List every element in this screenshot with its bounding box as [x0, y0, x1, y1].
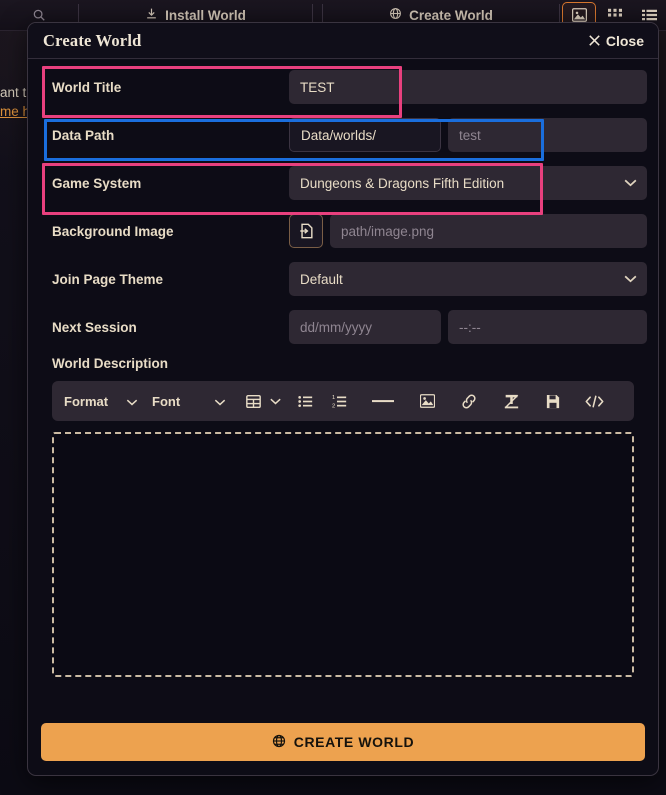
search-icon[interactable]: [0, 8, 78, 22]
dialog-header: Create World Close: [28, 23, 658, 59]
form-row-background-image: Background Image: [39, 211, 647, 251]
editor-toolbar: Format Font: [52, 381, 634, 421]
form-row-join-page-theme: Join Page Theme: [39, 259, 647, 299]
background-image-label: Background Image: [39, 224, 289, 239]
join-page-theme-value[interactable]: [289, 262, 647, 296]
globe-icon: [272, 734, 286, 751]
chevron-down-icon: [126, 394, 138, 409]
format-label: Format: [64, 394, 126, 409]
link-icon[interactable]: [456, 387, 482, 415]
table-chevron-down-icon[interactable]: [266, 387, 284, 415]
install-world-label: Install World: [165, 8, 246, 23]
data-path-label: Data Path: [39, 128, 289, 143]
data-path-input[interactable]: [448, 118, 647, 152]
data-path-prefix-input[interactable]: [289, 118, 441, 152]
background-image-field-group: [289, 214, 647, 248]
numbered-list-icon[interactable]: 1 2: [326, 387, 352, 415]
join-page-theme-select[interactable]: [289, 262, 647, 296]
world-description-label: World Description: [39, 356, 647, 371]
horizontal-rule-icon[interactable]: [368, 387, 398, 415]
next-session-field-group: [289, 310, 647, 344]
game-system-value[interactable]: [289, 166, 647, 200]
image-icon[interactable]: [414, 387, 440, 415]
world-description-editor[interactable]: [52, 432, 634, 677]
svg-text:1: 1: [332, 395, 335, 401]
close-label: Close: [606, 33, 644, 49]
next-session-date-input[interactable]: [289, 310, 441, 344]
close-button[interactable]: Close: [589, 33, 644, 49]
font-dropdown[interactable]: Font: [152, 387, 226, 415]
join-page-theme-label: Join Page Theme: [39, 272, 289, 287]
close-x-icon: [589, 33, 600, 49]
table-icon[interactable]: [240, 387, 266, 415]
game-system-field-group: [289, 166, 647, 200]
dialog-footer: CREATE WORLD: [28, 711, 658, 775]
next-session-label: Next Session: [39, 320, 289, 335]
world-title-label: World Title: [39, 80, 289, 95]
svg-text:2: 2: [332, 403, 335, 409]
bullet-list-icon[interactable]: [292, 387, 318, 415]
source-code-icon[interactable]: [582, 387, 606, 415]
download-icon: [145, 7, 158, 23]
next-session-time-input[interactable]: [448, 310, 647, 344]
dialog-title: Create World: [43, 31, 141, 51]
join-page-theme-field-group: [289, 262, 647, 296]
create-world-submit-label: CREATE WORLD: [294, 734, 415, 750]
world-title-field-group: [289, 70, 647, 104]
world-title-input[interactable]: [289, 70, 647, 104]
data-path-field-group: [289, 118, 647, 152]
form-row-game-system: Game System: [39, 163, 647, 203]
create-world-dialog: Create World Close World Title Data Path: [27, 22, 659, 776]
save-icon[interactable]: [540, 387, 566, 415]
form-row-data-path: Data Path: [39, 115, 647, 155]
game-system-select[interactable]: [289, 166, 647, 200]
format-dropdown[interactable]: Format: [64, 387, 138, 415]
globe-icon: [389, 7, 402, 23]
form-row-world-title: World Title: [39, 67, 647, 107]
create-world-label: Create World: [409, 8, 493, 23]
dialog-body: World Title Data Path Game System: [28, 59, 658, 711]
game-system-label: Game System: [39, 176, 289, 191]
chevron-down-icon: [214, 394, 226, 409]
create-world-submit-button[interactable]: CREATE WORLD: [41, 723, 645, 761]
file-picker-icon[interactable]: [289, 214, 323, 248]
font-label: Font: [152, 394, 214, 409]
background-image-input[interactable]: [330, 214, 647, 248]
clear-formatting-icon[interactable]: [498, 387, 524, 415]
form-row-next-session: Next Session: [39, 307, 647, 347]
